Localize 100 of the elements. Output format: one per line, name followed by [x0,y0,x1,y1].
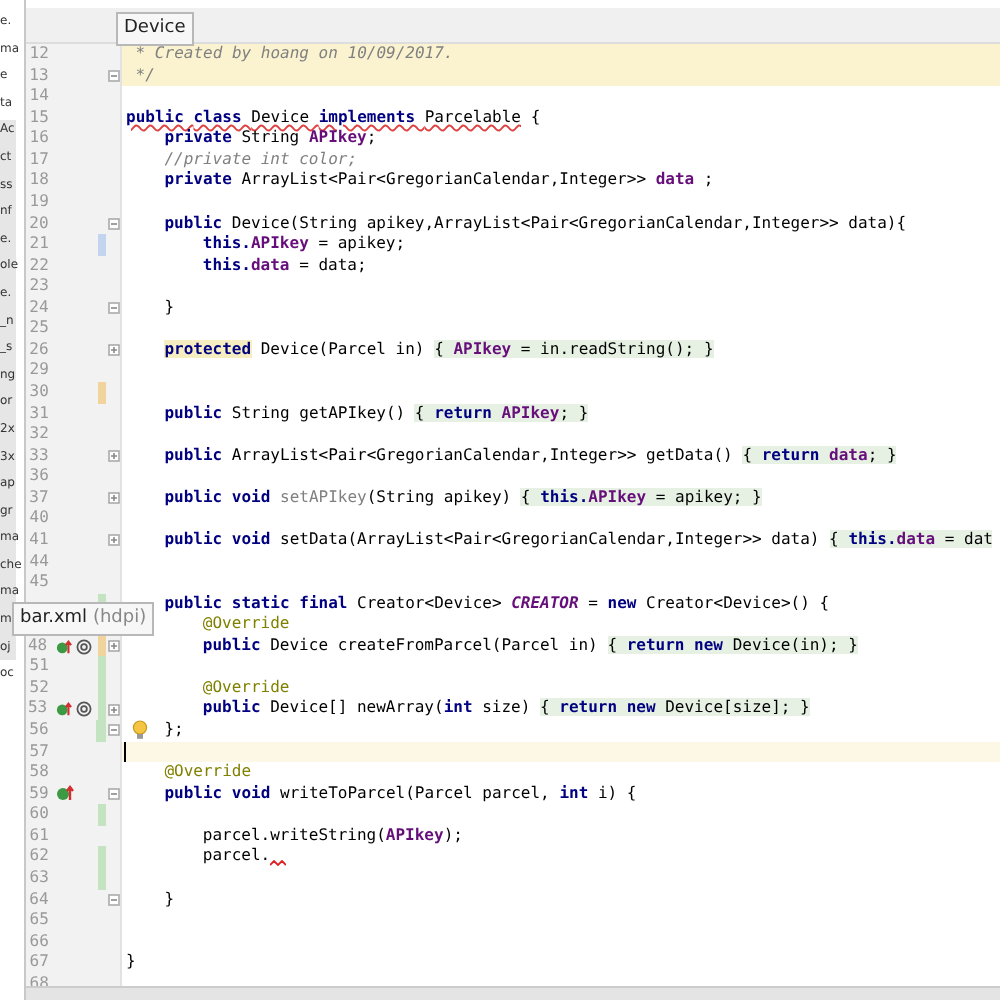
line-number: 15 [27,107,49,129]
fold-icon[interactable] [108,302,120,315]
code-line: protected Device(Parcel in) { APIkey = in.readString(); } [164,339,714,361]
code-line: @Override [164,762,252,784]
line-number: 24 [27,297,49,319]
line-number: 58 [27,762,49,784]
line-number: 60 [27,804,49,826]
line-number: 45 [27,572,49,594]
line-number: 40 [27,508,49,530]
line-number: 18 [27,170,49,192]
code-line: @Override [202,614,290,636]
fold-icon[interactable] [108,787,120,800]
line-number: 51 [27,656,49,678]
change-marker[interactable] [97,635,106,657]
at-sign-icon[interactable] [75,637,92,656]
line-number: 59 [27,783,49,805]
line-number: 22 [27,255,49,277]
file-name: bar.xml [20,608,88,628]
unfold-icon[interactable] [108,640,120,653]
change-marker[interactable] [97,382,107,404]
code-line: public void writeToParcel(Parcel parcel, int i) { [164,783,637,805]
code-line: this.APIkey = apikey; [202,234,406,256]
line-number: 20 [27,213,49,235]
line-number: 63 [27,867,49,889]
code-line: public String getAPIkey() { return APIkey; } [164,403,589,425]
line-number: 41 [27,529,49,551]
line-number: 61 [27,825,49,847]
change-marker[interactable] [97,846,107,868]
fold-icon[interactable] [108,893,120,906]
fold-icon[interactable] [108,724,120,737]
code-line: public Device(String apikey,ArrayList<Pair<GregorianCalendar,Integer>> data){ [164,213,907,235]
code-line: public void setAPIkey(String apikey) { this.APIkey = apikey; } [164,487,762,509]
line-number: 16 [27,128,49,150]
code-line: public class Device implements Parcelable { [126,107,541,129]
code-line: public static final Creator<Device> CREATOR = new Creator<Device>() { [164,593,830,615]
line-number: 14 [27,86,49,108]
line-number: 44 [27,551,49,573]
override-icon[interactable] [55,637,72,656]
code-line: parcel.writeString(APIkey); [202,825,463,847]
code-line: public ArrayList<Pair<GregorianCalendar,Integer>> getData() { return data; } [164,445,897,467]
code-line: @Override [202,677,290,699]
code-line: parcel. [202,846,271,868]
symbol-tooltip: Device [116,12,194,46]
code-line: } [164,297,175,319]
line-number: 33 [27,445,49,467]
line-number: 12 [27,44,49,66]
code-line: public void setData(ArrayList<Pair<GregorianCalendar,Integer>> data) { this.data = dat [164,529,993,551]
text-cursor [124,741,126,763]
code-line: this.data = data; [202,255,367,277]
line-number: 52 [27,677,49,699]
code-line: public Device createFromParcel(Parcel in) { return new Device(in); } [202,635,858,657]
line-number: 23 [27,276,49,298]
line-number: 57 [27,741,49,763]
line-number: 37 [27,487,49,509]
change-marker[interactable] [96,720,106,742]
density-label: (hdpi) [92,608,147,628]
line-number: 30 [27,382,49,404]
line-number: 64 [27,889,49,911]
line-number: 67 [27,952,49,974]
line-number: 48 [26,635,48,657]
unfold-icon[interactable] [108,492,120,505]
line-number: 25 [27,318,49,340]
line-number: 53 [26,698,48,720]
unfold-icon[interactable] [108,703,120,716]
at-sign-icon[interactable] [75,700,92,719]
horizontal-scrollbar[interactable] [26,986,1000,1000]
line-number: 29 [27,360,49,382]
code-line: } [126,952,136,974]
change-marker[interactable] [97,867,107,889]
override-icon[interactable] [56,784,75,803]
line-number: 36 [27,466,49,488]
code-line: */ [135,65,155,87]
line-number: 13 [27,65,49,87]
line-number: 31 [27,403,49,425]
code-line: } [164,889,175,911]
line-number: 21 [27,234,49,256]
fold-icon[interactable] [108,69,120,82]
code-line: //private int color; [164,149,358,171]
code-line: }; [164,720,184,742]
change-marker[interactable] [97,804,107,826]
line-number: 19 [27,191,49,213]
lightbulb-icon[interactable] [132,720,148,740]
line-number: 32 [27,424,49,446]
unfold-icon[interactable] [108,344,120,357]
unfold-icon[interactable] [108,534,120,547]
code-line: private ArrayList<Pair<GregorianCalendar,Integer>> data ; [164,170,714,192]
line-number: 26 [27,339,49,361]
fold-icon[interactable] [108,217,120,230]
line-number: 66 [27,931,49,953]
code-line: * Created by hoang on 10/09/2017. [135,44,454,66]
line-number: 62 [27,846,49,868]
change-marker[interactable] [97,656,107,678]
line-number: 65 [27,910,49,932]
code-line: private String APIkey; [164,128,377,150]
code-line: public Device[] newArray(int size) { return new Device[size]; } [202,698,810,720]
unfold-icon[interactable] [108,449,120,462]
change-marker[interactable] [97,234,107,256]
line-number: 17 [27,149,49,171]
override-icon[interactable] [55,700,72,719]
line-number: 56 [27,720,49,742]
